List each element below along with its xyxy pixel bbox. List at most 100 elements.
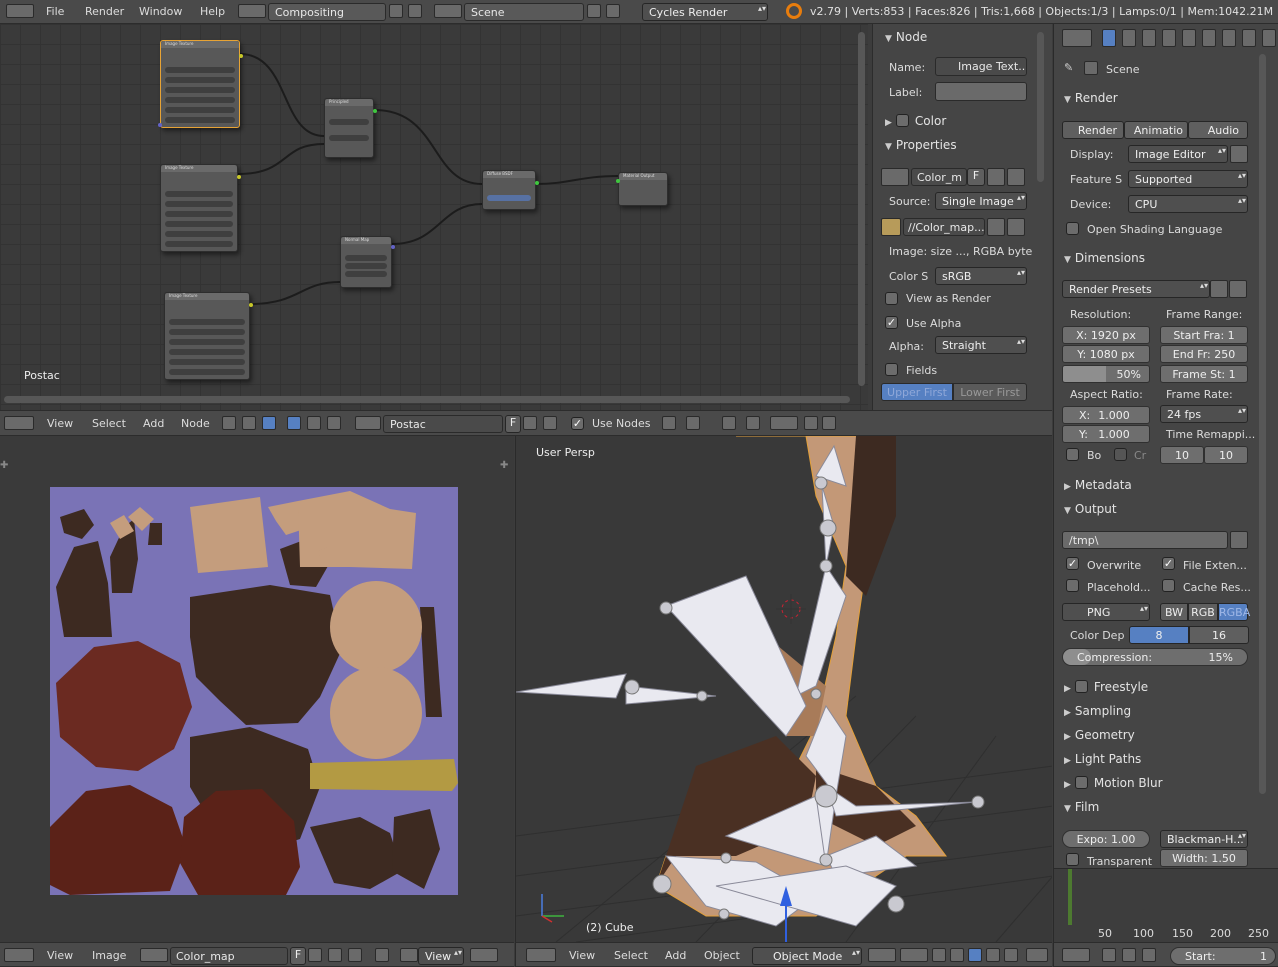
manipulator-icon[interactable] <box>932 948 946 962</box>
audio-button[interactable]: Audio <box>1188 121 1248 139</box>
device-dropdown[interactable]: CPU <box>1128 195 1248 213</box>
alpha-dropdown[interactable]: Straight <box>935 336 1027 354</box>
view-mode-dropdown[interactable]: View <box>418 947 464 965</box>
scene-tab-icon[interactable] <box>1142 29 1156 47</box>
view-mode-icon[interactable] <box>400 948 418 962</box>
colorspace-dropdown[interactable]: sRGB <box>935 267 1027 285</box>
unlink-image-icon[interactable] <box>1007 168 1025 186</box>
animation-button[interactable]: Animatio <box>1124 121 1188 139</box>
use-nodes-checkbox[interactable] <box>571 417 584 430</box>
image-browse-icon[interactable] <box>140 948 168 962</box>
add-material-icon[interactable] <box>523 416 537 430</box>
image-editor[interactable]: ✚ ✚ <box>0 436 514 942</box>
start-frame-input[interactable]: Start: 1 <box>1170 947 1276 965</box>
filter-width-field[interactable]: Width: 1.50 <box>1160 849 1248 867</box>
image-fake-user-button[interactable]: F <box>290 947 306 965</box>
area-corner-icon[interactable]: ✚ <box>0 460 8 471</box>
fake-user-button[interactable]: F <box>967 168 985 186</box>
3d-viewport[interactable]: User Persp (2) Cube <box>515 436 1052 942</box>
color-section-header[interactable]: ▶ Color <box>885 114 946 128</box>
pixel-filter-dropdown[interactable]: Blackman-H... <box>1160 830 1248 848</box>
menu-file[interactable]: File <box>46 5 64 18</box>
use-alpha-checkbox[interactable] <box>885 316 898 329</box>
unlink-material-icon[interactable] <box>543 416 557 430</box>
world-tab-icon[interactable] <box>1162 29 1176 47</box>
open-image-icon[interactable] <box>987 168 1005 186</box>
unlink-image-icon[interactable] <box>348 948 362 962</box>
output-path-field[interactable]: /tmp\ <box>1062 531 1228 549</box>
snap-mode-icon[interactable] <box>770 416 798 430</box>
add-layout-icon[interactable] <box>389 4 403 18</box>
render-button[interactable]: Render <box>1062 121 1124 139</box>
image-texture-node-2[interactable]: Image Texture <box>160 164 241 252</box>
shader-tree-icon[interactable] <box>222 416 236 430</box>
render-presets-dropdown[interactable]: Render Presets <box>1062 280 1210 298</box>
render-layers-tab-icon[interactable] <box>1122 29 1136 47</box>
time-remap-new-field[interactable]: 10 <box>1204 446 1248 464</box>
copy-icon[interactable] <box>804 416 818 430</box>
placeholders-checkbox[interactable] <box>1066 579 1079 592</box>
overwrite-checkbox[interactable] <box>1066 557 1079 570</box>
paste-icon[interactable] <box>822 416 836 430</box>
menu-view[interactable]: View <box>47 949 73 962</box>
fields-checkbox[interactable] <box>885 363 898 376</box>
frame-step-field[interactable]: Frame St: 1 <box>1160 365 1248 383</box>
start-frame-field[interactable]: Start Fra: 1 <box>1160 326 1248 344</box>
render-engine-dropdown[interactable]: Cycles Render <box>642 3 768 21</box>
material-output-node[interactable]: Material Output <box>616 172 668 206</box>
shader-node[interactable]: Principled <box>324 98 377 158</box>
node-editor-vscroll[interactable] <box>858 32 865 386</box>
geometry-section-header[interactable]: ▶ Geometry <box>1064 728 1135 742</box>
view-as-render-checkbox[interactable] <box>885 292 898 305</box>
keying-icon[interactable] <box>1102 948 1116 962</box>
pivot-icon[interactable] <box>900 948 928 962</box>
constraints-tab-icon[interactable] <box>1202 29 1216 47</box>
editor-type-icon[interactable] <box>4 948 34 962</box>
editor-type-icon[interactable] <box>4 416 34 430</box>
rgb-button[interactable]: RGB <box>1188 603 1218 621</box>
menu-select[interactable]: Select <box>614 949 648 962</box>
frame-rate-dropdown[interactable]: 24 fps <box>1160 405 1248 423</box>
compression-slider[interactable]: Compression: 15% <box>1062 648 1248 666</box>
orientation-icon[interactable] <box>1004 948 1018 962</box>
layout-selector[interactable]: Compositing <box>268 3 386 21</box>
output-section-header[interactable]: ▼ Output <box>1064 502 1117 516</box>
resolution-percentage-slider[interactable]: 50% <box>1062 365 1150 383</box>
motion-blur-section-header[interactable]: ▶ Motion Blur <box>1064 776 1163 790</box>
reload-icon[interactable] <box>1007 218 1025 236</box>
menu-add[interactable]: Add <box>665 949 686 962</box>
properties-section-header[interactable]: ▼ Properties <box>885 138 957 152</box>
remove-preset-icon[interactable] <box>1229 280 1247 298</box>
feature-set-dropdown[interactable]: Supported <box>1128 170 1248 188</box>
snap-icon[interactable] <box>746 416 760 430</box>
menu-window[interactable]: Window <box>139 5 182 18</box>
add-scene-icon[interactable] <box>587 4 601 18</box>
rotate-icon[interactable] <box>968 948 982 962</box>
lower-first-button[interactable]: Lower First <box>953 383 1027 401</box>
depth-8-button[interactable]: 8 <box>1129 626 1189 644</box>
object-tab-icon[interactable] <box>1182 29 1196 47</box>
depth-16-button[interactable]: 16 <box>1189 626 1249 644</box>
data-tab-icon[interactable] <box>1242 29 1256 47</box>
menu-render[interactable]: Render <box>85 5 124 18</box>
sampling-section-header[interactable]: ▶ Sampling <box>1064 704 1131 718</box>
lock-interface-icon[interactable] <box>1230 145 1248 163</box>
menu-object[interactable]: Object <box>704 949 740 962</box>
scale-icon[interactable] <box>986 948 1000 962</box>
editor-type-icon[interactable] <box>1062 948 1090 962</box>
info-editor-icon[interactable] <box>6 4 34 18</box>
node-label-field[interactable] <box>935 82 1027 101</box>
mode-dropdown[interactable]: Object Mode <box>752 947 862 965</box>
filepath-field[interactable]: //Color_map.... <box>903 218 985 236</box>
panel-vscroll[interactable] <box>1037 32 1044 182</box>
image-file-icon[interactable] <box>881 218 901 236</box>
node-name-field[interactable]: Image Text... <box>935 57 1027 76</box>
remove-layout-icon[interactable] <box>408 4 422 18</box>
menu-view[interactable]: View <box>47 417 73 430</box>
layers-icon[interactable] <box>1026 948 1048 962</box>
bsdf-node[interactable]: Diffuse BSDF <box>482 170 539 210</box>
image-browse-icon[interactable] <box>881 168 909 186</box>
aspect-x-field[interactable]: X: 1.000 <box>1062 406 1150 424</box>
time-remap-old-field[interactable]: 10 <box>1160 446 1204 464</box>
freestyle-section-header[interactable]: ▶ Freestyle <box>1064 680 1148 694</box>
